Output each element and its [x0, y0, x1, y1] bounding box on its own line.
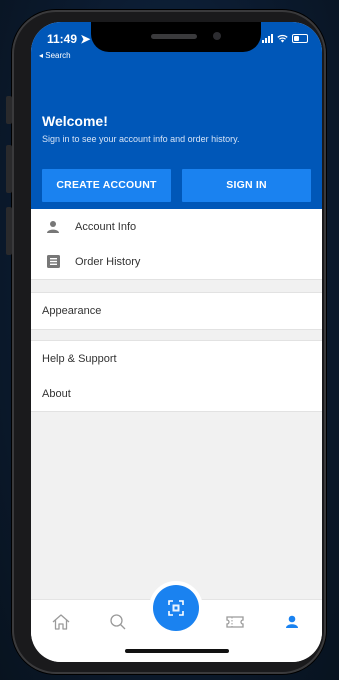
scan-icon	[168, 600, 184, 616]
menu-item-account-info[interactable]: Account Info	[31, 209, 322, 244]
tab-account[interactable]	[280, 610, 304, 634]
sign-in-button[interactable]: SIGN IN	[182, 169, 311, 202]
coupon-icon	[226, 616, 244, 628]
volume-up-button	[6, 145, 12, 193]
person-icon	[45, 219, 61, 235]
menu-item-order-history[interactable]: Order History	[31, 244, 322, 279]
menu-item-label: Account Info	[75, 220, 137, 233]
front-camera	[213, 32, 221, 40]
tab-home[interactable]	[49, 610, 73, 634]
back-to-search-link[interactable]: ◂ Search	[39, 51, 71, 60]
scan-button[interactable]	[153, 585, 199, 631]
welcome-title: Welcome!	[42, 113, 108, 129]
home-icon	[52, 614, 70, 630]
welcome-subtitle: Sign in to see your account info and ord…	[42, 134, 240, 144]
wifi-icon	[277, 34, 288, 43]
menu-item-about[interactable]: About	[31, 376, 322, 411]
list-icon	[45, 254, 61, 270]
create-account-button[interactable]: CREATE ACCOUNT	[42, 169, 171, 202]
account-section: Account Info Order History	[31, 209, 322, 280]
menu-item-help-support[interactable]: Help & Support	[31, 341, 322, 376]
menu-item-label: Order History	[75, 255, 141, 268]
tab-coupons[interactable]	[223, 610, 247, 634]
device-notch	[91, 22, 261, 52]
appearance-section: Appearance	[31, 292, 322, 330]
mute-switch	[6, 96, 12, 124]
signal-icon	[262, 34, 273, 43]
search-icon	[110, 614, 126, 630]
status-time: 11:49 ➤	[47, 32, 91, 46]
support-section: Help & Support About	[31, 340, 322, 412]
account-icon	[286, 615, 298, 628]
menu-item-label: Help & Support	[42, 352, 117, 365]
status-icons	[262, 34, 308, 43]
app-screen: 11:49 ➤ ◂ Search Welcome! Sign in to see…	[31, 22, 322, 662]
volume-down-button	[6, 207, 12, 255]
menu-item-label: About	[42, 387, 71, 400]
menu-item-appearance[interactable]: Appearance	[31, 293, 322, 328]
home-indicator	[125, 649, 229, 653]
welcome-header: 11:49 ➤ ◂ Search Welcome! Sign in to see…	[31, 22, 322, 209]
tab-search[interactable]	[106, 610, 130, 634]
speaker-grille	[151, 34, 197, 39]
menu-item-label: Appearance	[42, 304, 102, 317]
battery-icon	[292, 34, 308, 43]
